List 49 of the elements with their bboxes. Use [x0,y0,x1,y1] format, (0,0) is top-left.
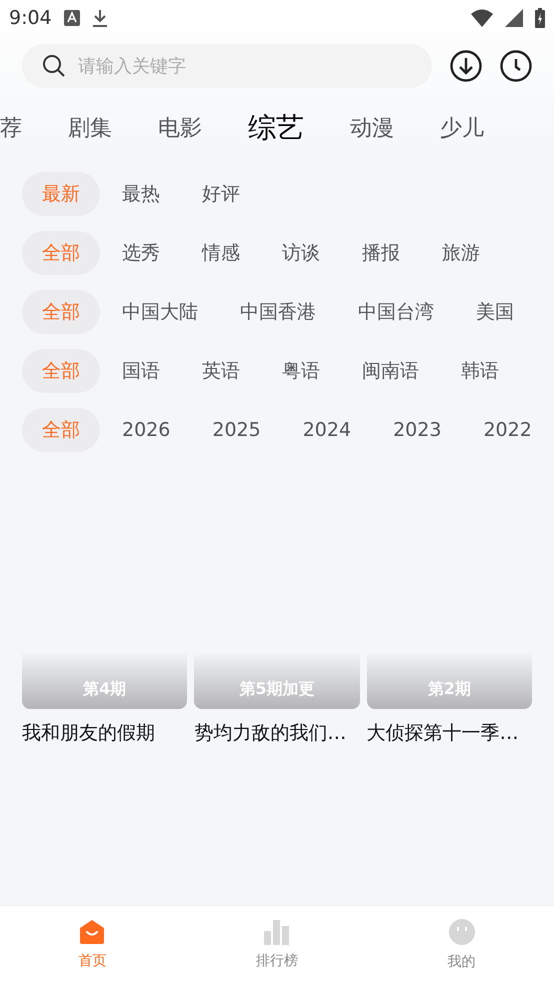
filter-chip[interactable]: 旅游 [440,231,482,275]
status-time: 9:04 [9,6,52,31]
filter-chip[interactable]: 选秀 [120,231,162,275]
filter-chip[interactable]: 闽南语 [360,349,421,393]
filter-chip[interactable]: 国语 [120,349,162,393]
filter-chip[interactable]: 2024 [300,408,354,452]
download-button[interactable] [450,50,482,82]
history-button[interactable] [500,50,532,82]
episode-label: 第5期加更 [239,678,315,700]
filter-chip[interactable]: 2025 [210,408,263,452]
filter-chip[interactable]: 播报 [360,231,402,275]
filter-chip[interactable]: 中国香港 [238,290,318,334]
filter-chip[interactable]: 英语 [200,349,242,393]
filter-chip[interactable]: 粤语 [280,349,322,393]
house-icon [78,918,106,944]
face-icon [448,918,476,946]
filter-chip[interactable]: 中国台湾 [356,290,436,334]
signal-icon [505,9,523,27]
filter-chip[interactable]: 美国 [474,290,516,334]
filter-chip[interactable]: 中国大陆 [120,290,200,334]
episode-label: 第4期 [83,678,126,700]
search-icon [42,54,66,78]
filter-chip[interactable]: 访谈 [280,231,322,275]
category-tab[interactable]: 综艺 [248,107,304,149]
search-input[interactable]: 请输入关键字 [78,52,412,80]
filter-chip[interactable]: 2022 [481,408,534,452]
category-tab[interactable]: 动漫 [350,112,394,144]
category-tab[interactable]: 少儿 [440,112,484,144]
filter-chip[interactable]: 2023 [391,408,444,452]
category-tab[interactable]: 荐 [0,112,22,144]
filter-chip[interactable]: 最热 [120,172,162,216]
download-icon [92,9,108,27]
show-title: 大侦探第十一季… [366,720,520,746]
nav-item[interactable]: 我的 [369,906,554,984]
show-title: 我和朋友的假期 [22,720,156,746]
filter-chip[interactable]: 情感 [200,231,242,275]
bar-chart-icon [262,918,291,944]
category-tab[interactable]: 电影 [158,112,202,144]
episode-label: 第2期 [428,678,471,700]
search-bar[interactable]: 请输入关键字 [22,44,432,88]
show-title: 势均力敌的我们… [194,720,348,746]
filter-chip[interactable]: 好评 [200,172,242,216]
battery-icon [535,8,545,28]
nav-item[interactable]: 排行榜 [184,906,370,984]
category-tab[interactable]: 剧集 [68,112,112,144]
keyboard-app-icon [64,10,80,26]
filter-chip[interactable]: 韩语 [459,349,501,393]
wifi-icon [471,9,493,27]
filter-chip[interactable]: 2026 [120,408,172,452]
